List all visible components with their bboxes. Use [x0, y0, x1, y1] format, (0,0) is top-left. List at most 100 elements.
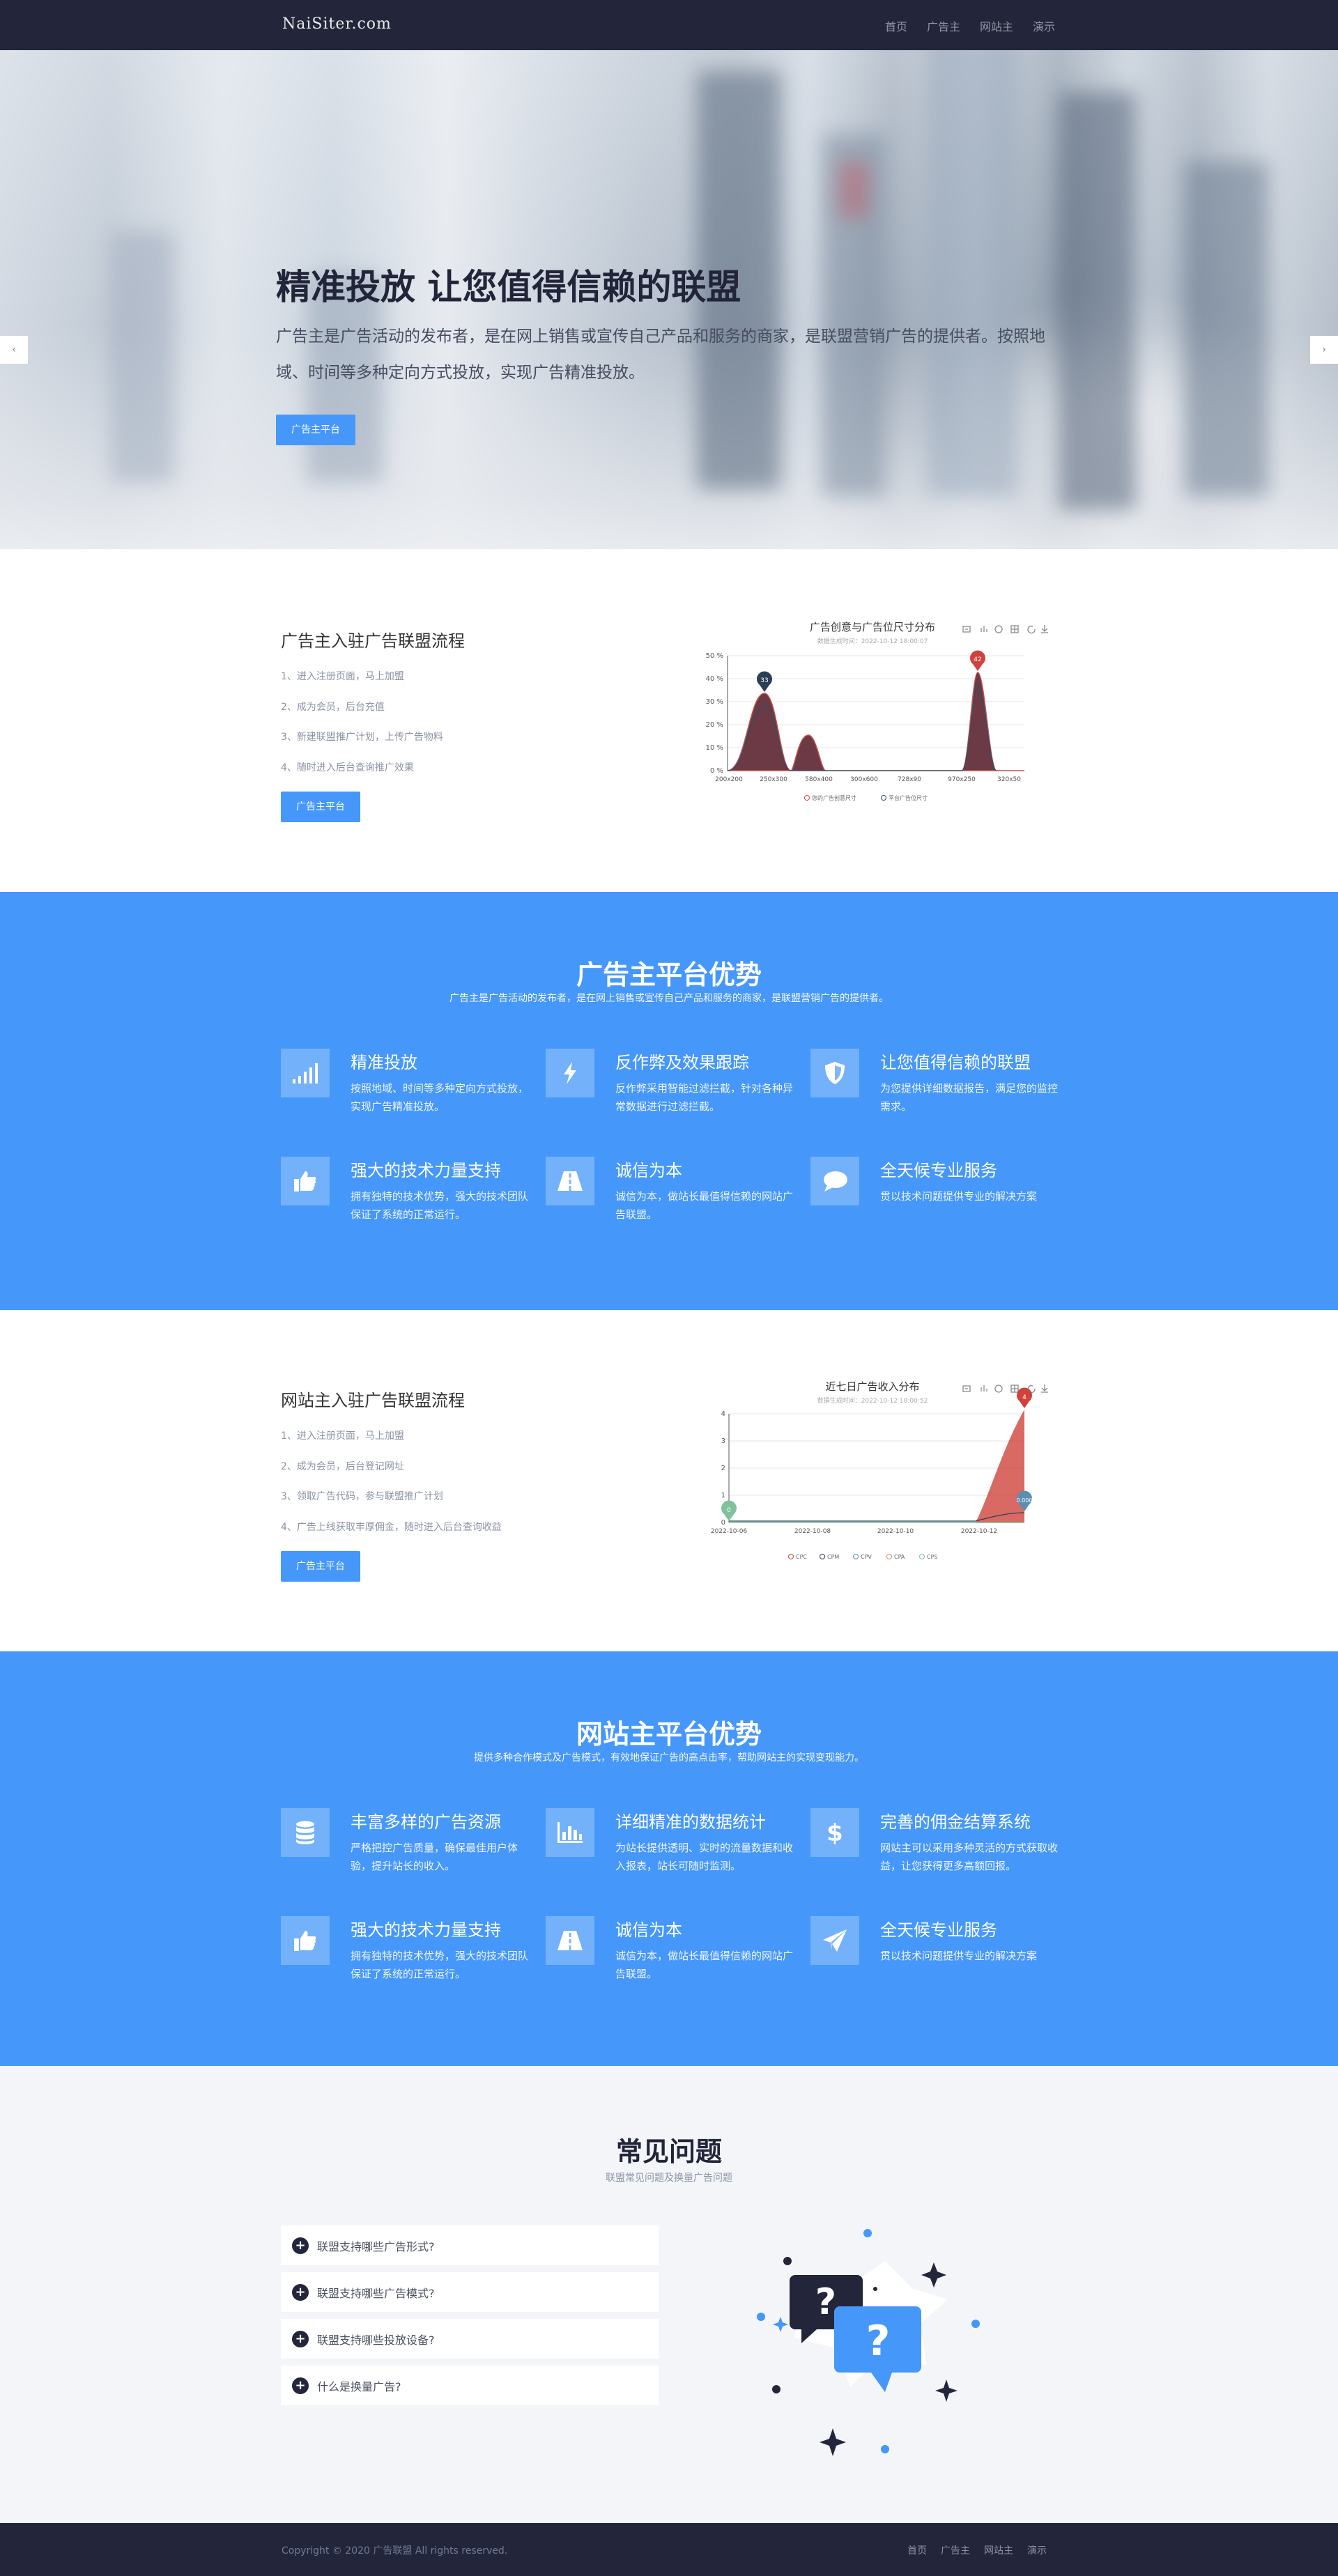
feature-text: 按照地域、时间等多种定向方式投放，实现广告精准投放。	[351, 1082, 529, 1113]
legend-marker[interactable]	[788, 1554, 794, 1559]
svg-text:?: ?	[815, 2281, 836, 2323]
faq-title: 常见问题	[615, 2136, 722, 2167]
road-icon	[546, 1916, 594, 1965]
section-title: 网站主平台优势	[576, 1719, 762, 1750]
section-subtitle: 广告主是广告活动的发布者，是在网上销售或宣传自己产品和服务的商家，是联盟营销广告…	[449, 993, 889, 1004]
carousel-prev-arrow-icon[interactable]: ‹	[0, 336, 28, 364]
feature-text: 贯以技术问题提供专业的解决方案	[880, 1950, 1038, 1962]
legend-item[interactable]: 您的广告创意尺寸	[812, 794, 856, 801]
toolbar-bar-icon[interactable]	[981, 1385, 987, 1391]
legend-item[interactable]: 平台广告位尺寸	[889, 794, 928, 801]
y-tick: 20 %	[706, 721, 723, 729]
toolbar-download-icon[interactable]	[1041, 625, 1048, 633]
legend-marker[interactable]	[853, 1554, 859, 1559]
feature-text: 反作弊采用智能过滤拦截，针对各种异常数据进行过滤拦截。	[615, 1082, 794, 1113]
legend-item[interactable]: CPA	[894, 1554, 905, 1560]
toolbar-restore-icon[interactable]	[1027, 625, 1036, 634]
y-tick: 10 %	[706, 744, 723, 752]
feature-text: 网站主可以采用多种灵活的方式获取收益，让您获得更多高额回报。	[880, 1842, 1059, 1872]
y-tick: 0 %	[710, 767, 723, 775]
x-tick: 200x200	[715, 776, 743, 783]
faq-subtitle: 联盟常见问题及换量广告问题	[606, 2173, 732, 2184]
nav-home[interactable]: 首页	[885, 17, 907, 34]
feature-text: 诚信为本，做站长最值得信赖的网站广告联盟。	[615, 1190, 794, 1221]
x-tick: 728x90	[898, 776, 921, 783]
y-tick: 3	[721, 1437, 725, 1445]
hero-title: 精准投放 让您值得信赖的联盟	[276, 267, 741, 307]
toolbar-pie-icon[interactable]	[994, 625, 1003, 633]
legend-marker[interactable]	[919, 1554, 925, 1559]
feature-title: 诚信为本	[615, 1920, 682, 1940]
nav-publisher[interactable]: 网站主	[980, 17, 1013, 34]
feature-text: 诚信为本，做站长最值得信赖的网站广告联盟。	[615, 1950, 794, 1980]
toolbar-table-icon[interactable]	[1010, 625, 1019, 633]
svg-text:33: 33	[760, 677, 768, 684]
plus-icon: +	[292, 2237, 309, 2254]
ad-size-chart: 广告创意与广告位尺寸分布 数据生成时间：2022-10-12 18:00:07 …	[706, 621, 1048, 801]
feature-text: 拥有独特的技术优势，强大的技术团队保证了系统的正常运行。	[351, 1190, 529, 1221]
footer-nav-advertiser[interactable]: 广告主	[941, 2543, 970, 2557]
legend-marker[interactable]	[804, 795, 810, 801]
feature-title: 让您值得信赖的联盟	[880, 1053, 1031, 1072]
top-navbar: NaiSiter.com 首页 广告主 网站主 演示	[0, 0, 1338, 50]
chart-area-ad-sizes	[727, 672, 1024, 771]
toolbar-download-icon[interactable]	[1041, 1385, 1048, 1393]
x-tick: 2022-10-10	[877, 1528, 914, 1535]
feature-title: 完善的佣金结算系统	[880, 1812, 1031, 1832]
copyright-text: Copyright © 2020 广告联盟 All rights reserve…	[282, 2545, 508, 2556]
footer-nav-demo[interactable]: 演示	[1027, 2543, 1047, 2557]
faq-question: 联盟支持哪些广告形式?	[317, 2239, 435, 2253]
toolbar-bar-icon[interactable]	[981, 626, 987, 632]
svg-text:0.000: 0.000	[1017, 1497, 1033, 1504]
toolbar-data-view-icon[interactable]	[962, 1385, 971, 1392]
toolbar-data-view-icon[interactable]	[962, 626, 971, 633]
faq-item[interactable]: + 联盟支持哪些广告模式?	[281, 2272, 659, 2312]
faq-item[interactable]: + 联盟支持哪些广告形式?	[281, 2226, 659, 2265]
legend-item[interactable]: CPC	[796, 1554, 807, 1560]
chat-bubble-icon	[810, 1157, 859, 1205]
feature-text: 拥有独特的技术优势，强大的技术团队保证了系统的正常运行。	[351, 1950, 529, 1980]
flow-step: 2、成为会员，后台登记网址	[281, 1460, 404, 1472]
x-tick: 580x400	[805, 776, 833, 783]
nav-advertiser[interactable]: 广告主	[927, 17, 960, 34]
toolbar-pie-icon[interactable]	[994, 1385, 1003, 1393]
section-subtitle: 提供多种合作模式及广告模式，有效地保证广告的高点击率，帮助网站主的实现变现能力。	[474, 1752, 864, 1764]
section-title: 广告主平台优势	[576, 959, 762, 990]
carousel-next-arrow-icon[interactable]: ›	[1310, 336, 1338, 364]
faq-item[interactable]: + 联盟支持哪些投放设备?	[281, 2319, 659, 2359]
legend-marker[interactable]	[820, 1554, 825, 1559]
nav-demo[interactable]: 演示	[1033, 17, 1055, 34]
flow-step: 3、领取广告代码，参与联盟推广计划	[281, 1491, 443, 1502]
chart-marker-pin: 33	[757, 671, 772, 692]
legend-item[interactable]: CPS	[927, 1554, 938, 1560]
top-nav: 首页 广告主 网站主 演示	[885, 17, 1055, 34]
legend-marker[interactable]	[886, 1554, 892, 1559]
footer-nav-home[interactable]: 首页	[907, 2543, 927, 2557]
hero-advertiser-button[interactable]: 广告主平台	[276, 415, 355, 445]
thumbs-up-icon	[281, 1157, 330, 1205]
flow-step: 1、进入注册页面，马上加盟	[281, 671, 404, 682]
chart-marker-pin: 42	[970, 650, 985, 671]
site-logo[interactable]: NaiSiter.com	[282, 15, 392, 33]
x-tick: 2022-10-12	[961, 1528, 997, 1535]
svg-text:0: 0	[727, 1507, 731, 1514]
footer-nav: 首页 广告主 网站主 演示	[907, 2543, 1047, 2557]
plus-icon: +	[292, 2283, 309, 2301]
dollar-icon: $	[810, 1808, 859, 1857]
toolbar-table-icon[interactable]	[1010, 1385, 1019, 1393]
feature-title: 诚信为本	[615, 1161, 682, 1180]
legend-marker[interactable]	[881, 795, 886, 801]
legend-item[interactable]: CPM	[827, 1554, 839, 1560]
signal-bars-icon	[281, 1049, 330, 1097]
faq-item[interactable]: + 什么是换量广告?	[281, 2366, 659, 2405]
feature-text: 为站长提供透明、实时的流量数据和收入报表，站长可随时监测。	[615, 1842, 794, 1872]
footer-nav-publisher[interactable]: 网站主	[984, 2543, 1013, 2557]
advertiser-platform-button[interactable]: 广告主平台	[281, 792, 360, 822]
faq-question: 联盟支持哪些广告模式?	[317, 2286, 435, 2300]
flow-step: 4、广告上线获取丰厚佣金，随时进入后台查询收益	[281, 1521, 502, 1533]
svg-text:?: ?	[866, 2317, 891, 2366]
legend-item[interactable]: CPV	[861, 1554, 872, 1560]
y-tick: 2	[721, 1465, 725, 1472]
chart-subtitle: 数据生成时间：2022-10-12 18:00:07	[817, 637, 928, 645]
publisher-platform-button[interactable]: 广告主平台	[281, 1551, 360, 1582]
